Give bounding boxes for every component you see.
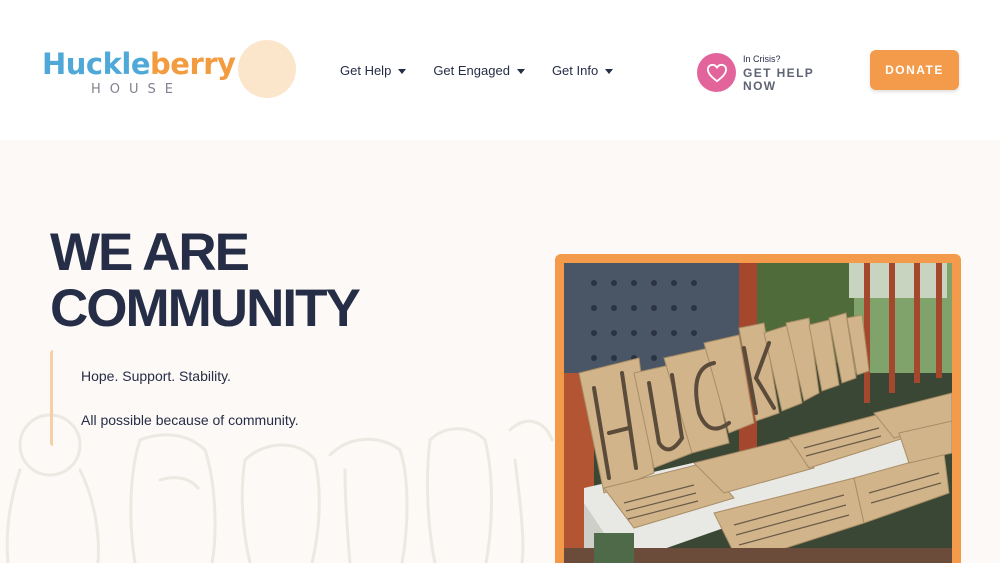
hero-tagline: Hope. Support. Stability.: [81, 368, 231, 384]
logo-wordmark: Huckleberry: [42, 47, 236, 81]
logo-circle: [238, 40, 296, 98]
nav-item-get-engaged[interactable]: Get Engaged: [433, 63, 525, 79]
logo-subtitle: HOUSE: [91, 82, 182, 97]
hero-description: All possible because of community.: [81, 412, 299, 428]
hero-title-line1: WE ARE: [50, 223, 250, 282]
site-header: Huckleberry HOUSE Get Help Get Engaged G…: [0, 0, 1000, 140]
crisis-help-link[interactable]: In Crisis? GET HELP NOW: [697, 53, 827, 93]
hero-title-line2: COMMUNITY: [50, 279, 361, 338]
hero-photo-frame: [555, 254, 961, 563]
nav-item-label: Get Engaged: [433, 63, 510, 78]
nav-item-label: Get Help: [340, 63, 392, 78]
nav-item-label: Get Info: [551, 63, 599, 78]
nav-item-get-help[interactable]: Get Help: [340, 63, 407, 79]
hero-photo: [564, 263, 952, 563]
logo[interactable]: Huckleberry HOUSE: [42, 40, 296, 102]
logo-word-part2: berry: [150, 47, 236, 81]
logo-word-part1: Huckle: [42, 47, 151, 81]
crisis-question: In Crisis?: [743, 54, 781, 64]
hero-title: WE ARE COMMUNITY: [50, 223, 361, 338]
chevron-down-icon: [398, 68, 407, 74]
main-nav: Get Help Get Engaged Get Info: [340, 63, 614, 79]
hero-quote: Hope. Support. Stability. All possible b…: [50, 350, 380, 446]
get-help-now-label: GET HELP NOW: [743, 66, 814, 93]
chevron-down-icon: [516, 68, 525, 74]
nav-item-get-info[interactable]: Get Info: [551, 63, 614, 79]
chevron-down-icon: [605, 68, 614, 74]
heart-icon: [706, 63, 727, 82]
donate-button[interactable]: DONATE: [870, 50, 959, 90]
heart-icon-badge: [697, 53, 736, 92]
cardboard-signs-photo: [564, 263, 952, 563]
